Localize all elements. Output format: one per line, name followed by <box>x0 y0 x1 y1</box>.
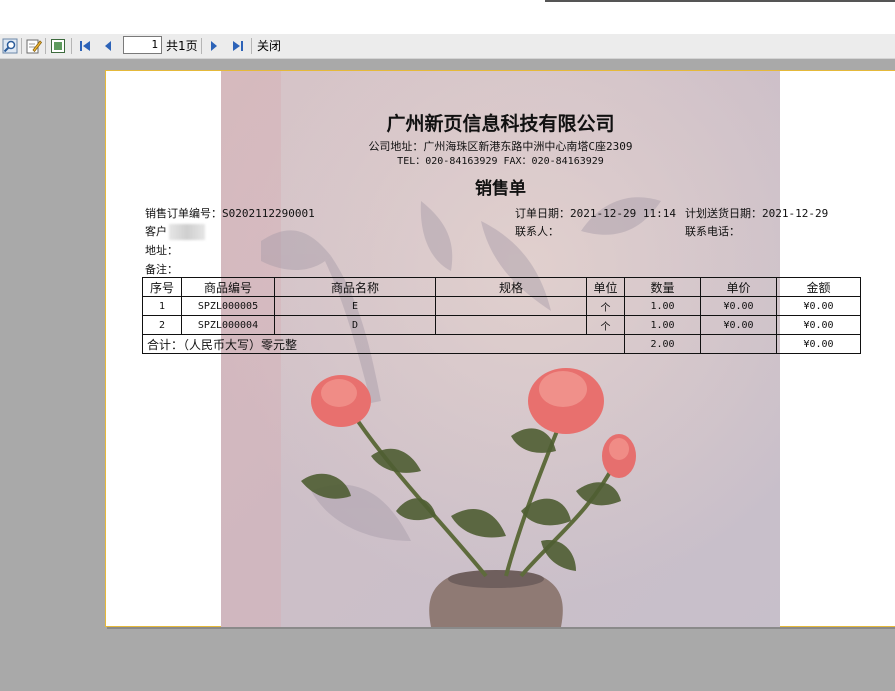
page-setup-icon[interactable] <box>49 37 67 54</box>
find-icon[interactable] <box>1 37 19 54</box>
items-table: 序号 商品编号 商品名称 规格 单位 数量 单价 金额 1 SPZL000005… <box>142 277 861 354</box>
next-page-icon[interactable] <box>206 37 222 54</box>
prev-page-icon[interactable] <box>100 37 116 54</box>
customer-row: 客户 <box>145 223 205 240</box>
order-number-row: 销售订单编号：S0202112290001 <box>145 205 315 221</box>
delivery-date-label: 计划送货日期： <box>685 207 762 220</box>
table-cell: 1.00 <box>624 315 701 335</box>
first-page-icon[interactable] <box>77 37 93 54</box>
total-quantity: 2.00 <box>624 334 701 354</box>
toolbar-separator <box>45 38 46 54</box>
table-cell: 1 <box>142 296 182 316</box>
phone-label: 联系电话： <box>685 225 740 238</box>
toolbar-separator <box>201 38 202 54</box>
header-cell: 金额 <box>776 277 861 297</box>
address-label: 地址： <box>145 244 178 257</box>
table-cell: ¥0.00 <box>700 296 777 316</box>
table-cell <box>435 296 587 316</box>
header-cell: 数量 <box>624 277 701 297</box>
delivery-date-row: 计划送货日期：2021-12-29 <box>685 205 828 221</box>
edit-icon[interactable] <box>25 37 43 54</box>
table-cell: 个 <box>586 296 625 316</box>
page-number-input[interactable]: 1 <box>123 36 162 54</box>
header-cell: 商品名称 <box>274 277 436 297</box>
company-contact: TEL：020-84163929 FAX：020-84163929 <box>397 156 604 167</box>
window-top-strip <box>0 0 895 34</box>
header-cell: 商品编号 <box>181 277 275 297</box>
table-cell: ¥0.00 <box>776 296 861 316</box>
order-number-value: S0202112290001 <box>222 207 315 220</box>
close-button[interactable]: 关闭 <box>257 38 281 54</box>
table-cell: 2 <box>142 315 182 335</box>
order-date-value: 2021-12-29 11:14 <box>570 207 676 220</box>
customer-label: 客户 <box>145 225 167 238</box>
table-cell: SPZL000004 <box>181 315 275 335</box>
company-name: 广州新页信息科技有限公司 <box>386 113 615 135</box>
page-total-label: 共1页 <box>166 39 198 53</box>
header-cell: 单位 <box>586 277 625 297</box>
table-header-row: 序号 商品编号 商品名称 规格 单位 数量 单价 金额 <box>142 277 861 297</box>
table-cell: SPZL000005 <box>181 296 275 316</box>
table-cell <box>435 315 587 335</box>
table-row: 1 SPZL000005 E 个 1.00 ¥0.00 ¥0.00 <box>142 296 861 316</box>
toolbar-separator <box>251 38 252 54</box>
delivery-date-value: 2021-12-29 <box>762 207 829 220</box>
customer-redacted <box>169 224 205 240</box>
contact-label: 联系人： <box>515 225 559 238</box>
toolbar-separator <box>21 38 22 54</box>
table-cell: 个 <box>586 315 625 335</box>
report-toolbar: 1 共1页 关闭 <box>0 34 895 59</box>
header-cell: 单价 <box>700 277 777 297</box>
table-row: 2 SPZL000004 D 个 1.00 ¥0.00 ¥0.00 <box>142 315 861 335</box>
order-date-label: 订单日期： <box>515 207 570 220</box>
table-total-row: 合计：（人民币大写）零元整 2.00 ¥0.00 <box>142 334 861 354</box>
top-divider-line <box>545 0 895 2</box>
document-title: 销售单 <box>475 179 526 199</box>
header-cell: 序号 <box>142 277 182 297</box>
total-price <box>700 334 777 354</box>
table-cell: E <box>274 296 436 316</box>
header-cell: 规格 <box>435 277 587 297</box>
last-page-icon[interactable] <box>230 37 246 54</box>
total-amount: ¥0.00 <box>776 334 861 354</box>
table-cell: ¥0.00 <box>776 315 861 335</box>
order-date-row: 订单日期：2021-12-29 11:14 <box>515 205 676 221</box>
toolbar-separator <box>71 38 72 54</box>
order-number-label: 销售订单编号： <box>145 207 222 220</box>
table-cell: ¥0.00 <box>700 315 777 335</box>
table-cell: D <box>274 315 436 335</box>
remark-label: 备注： <box>145 263 178 276</box>
total-label: 合计：（人民币大写）零元整 <box>142 334 625 354</box>
table-cell: 1.00 <box>624 296 701 316</box>
